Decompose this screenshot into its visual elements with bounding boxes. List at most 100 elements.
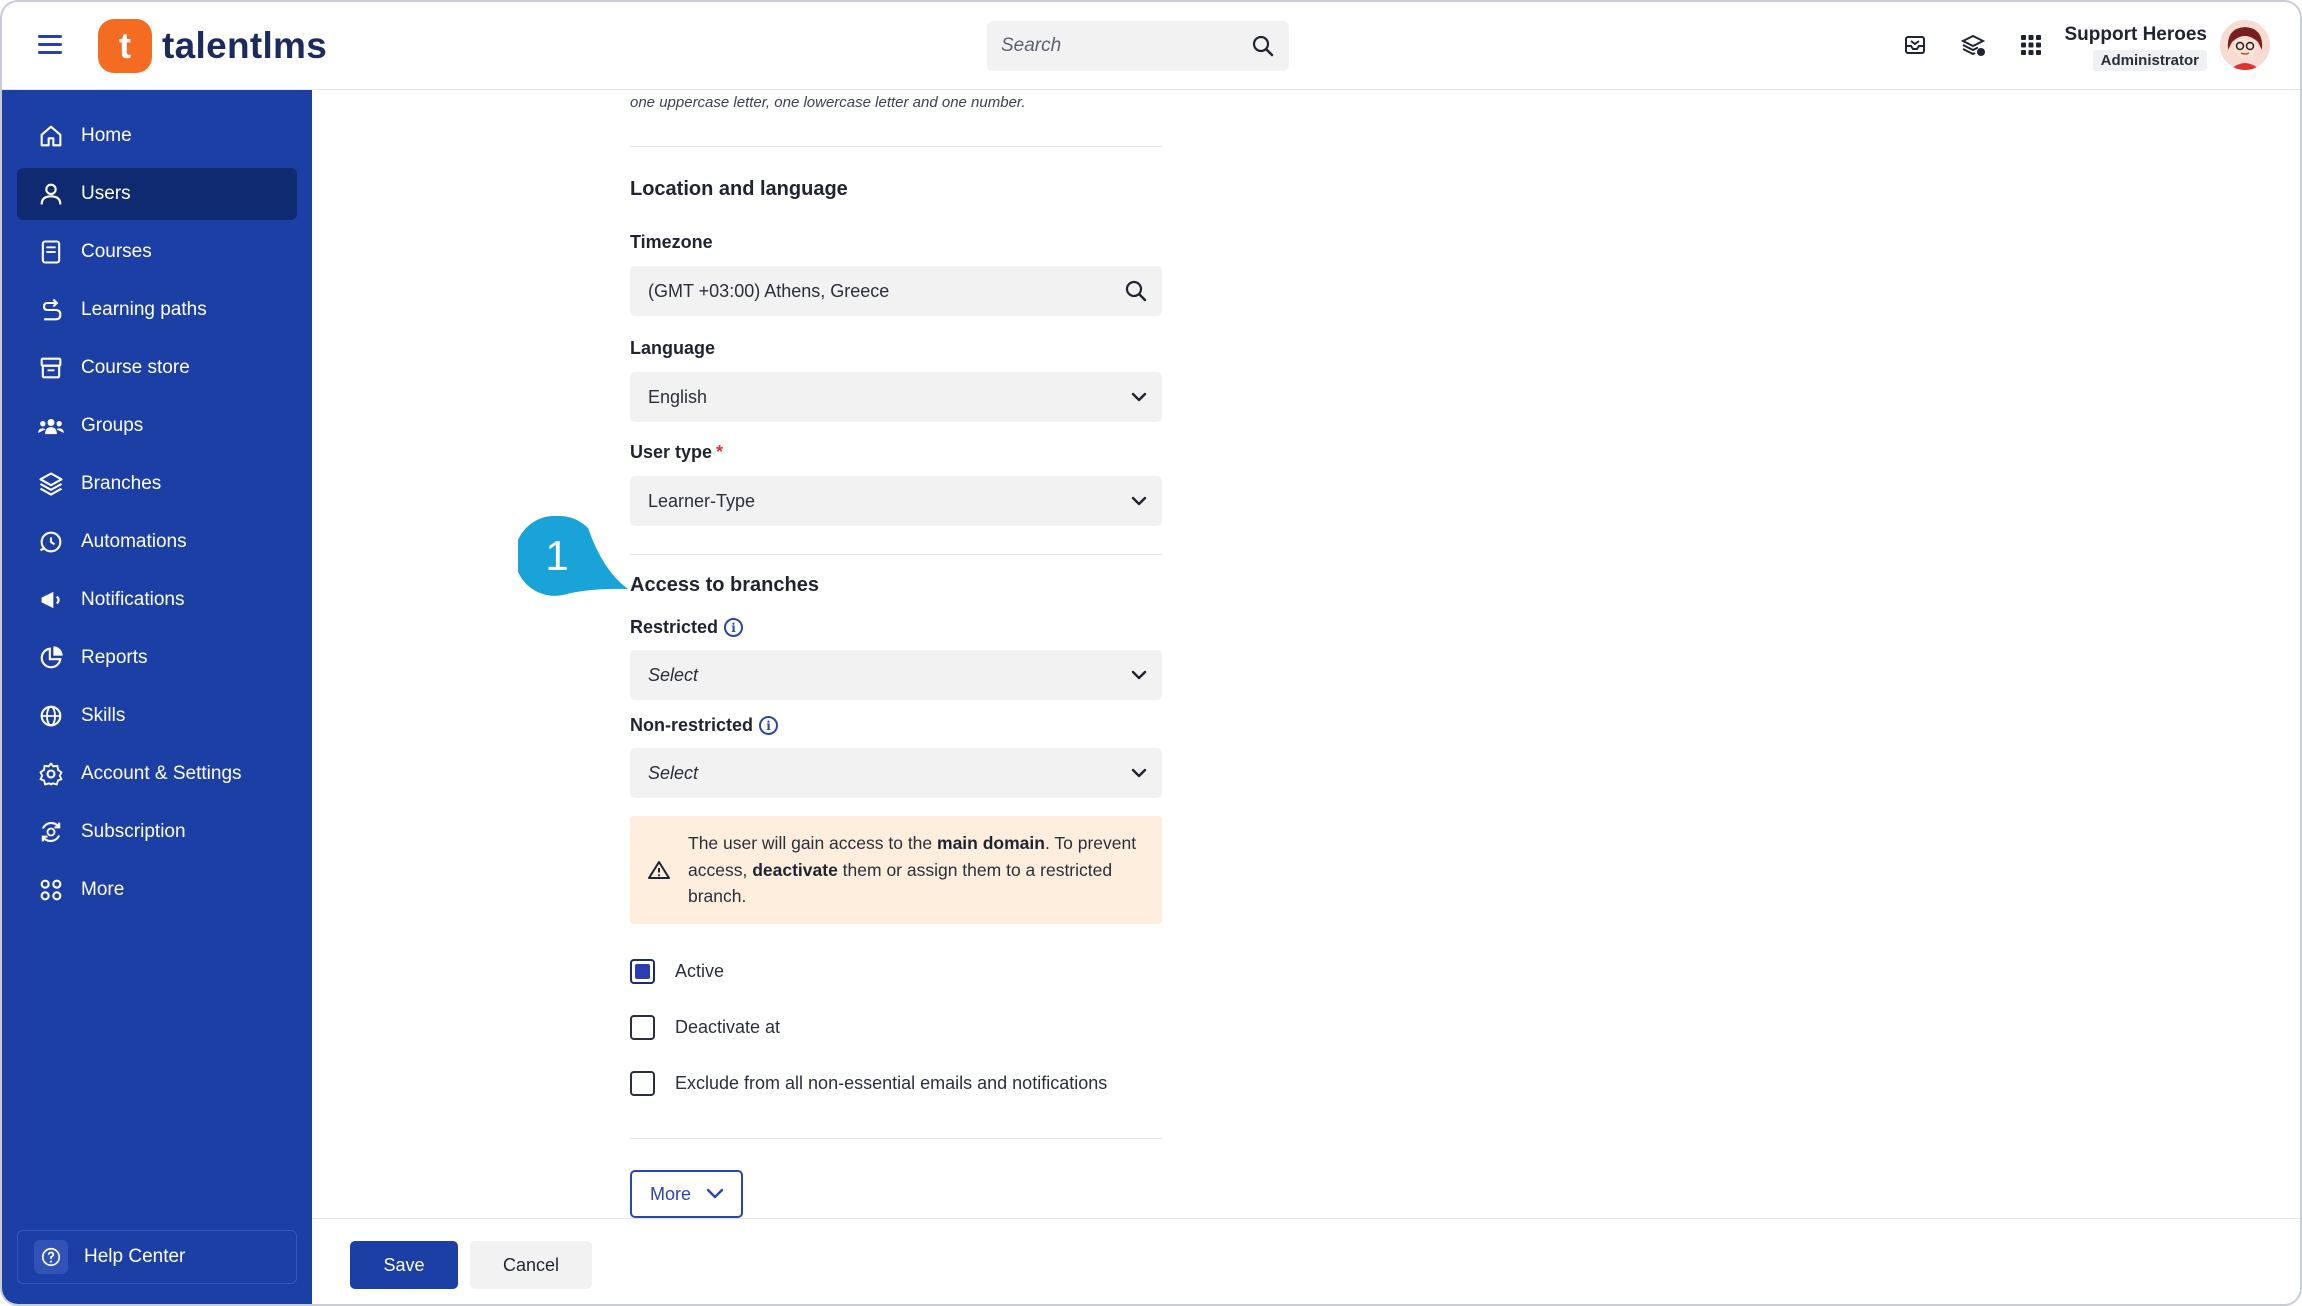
sidebar-item-home[interactable]: Home [17, 110, 297, 162]
user-menu[interactable]: Support Heroes Administrator [2064, 20, 2292, 74]
required-marker: * [716, 442, 724, 462]
restricted-value: Select [648, 664, 699, 685]
restricted-branches-select[interactable]: Select [630, 650, 1162, 700]
gear-icon [39, 762, 63, 786]
language-label-text: Language [630, 338, 716, 358]
active-label: Active [675, 960, 725, 981]
sidebar-item-label: Groups [81, 415, 144, 436]
help-center-button[interactable]: Help Center [17, 1230, 297, 1284]
warning-text-emphasis: main domain [937, 833, 1045, 853]
form-footer: Save Cancel [312, 1218, 2300, 1304]
user-type-label-text: User type [630, 442, 713, 462]
app-window: t talentlms Support Heroes Administrator [0, 0, 2302, 1306]
automation-icon [40, 531, 62, 553]
sidebar-item-label: Account & Settings [81, 763, 242, 784]
warning-icon [648, 861, 670, 879]
user-role-badge: Administrator [2092, 50, 2207, 71]
password-hint: one uppercase letter, one lowercase lett… [630, 94, 1026, 111]
sidebar-item-branches[interactable]: Branches [17, 458, 297, 510]
user-type-label: User type * [630, 442, 723, 463]
user-type-select[interactable]: Learner-Type [630, 476, 1162, 526]
sidebar-item-learning-paths[interactable]: Learning paths [17, 284, 297, 336]
sidebar-item-reports[interactable]: Reports [17, 632, 297, 684]
divider [630, 1138, 1162, 1139]
active-checkbox[interactable] [630, 958, 655, 984]
sidebar-item-skills[interactable]: Skills [17, 690, 297, 742]
save-button[interactable]: Save [350, 1241, 458, 1289]
exclude-emails-checkbox-row[interactable]: Exclude from all non-essential emails an… [630, 1068, 1107, 1098]
sidebar-item-automations[interactable]: Automations [17, 516, 297, 568]
user-type-value: Learner-Type [648, 490, 756, 511]
chevron-down-icon [1131, 768, 1147, 778]
chevron-down-icon [1131, 496, 1147, 506]
sidebar: Home Users Courses Learning paths Course… [2, 90, 312, 1304]
path-icon [42, 298, 62, 321]
inbox-icon[interactable] [1900, 30, 1930, 60]
timezone-label: Timezone [630, 232, 713, 253]
nonrestricted-value: Select [648, 762, 699, 783]
sidebar-item-label: Reports [81, 647, 148, 668]
sidebar-item-more[interactable]: More [17, 864, 297, 916]
sidebar-item-courses[interactable]: Courses [17, 226, 297, 278]
warning-text-emphasis: deactivate [752, 859, 838, 880]
step-callout-marker: 1 [518, 516, 628, 596]
sidebar-item-label: Notifications [81, 589, 185, 610]
search-icon[interactable] [1251, 34, 1275, 58]
sidebar-item-label: Skills [81, 705, 126, 726]
divider [630, 554, 1162, 555]
timezone-field[interactable]: (GMT +03:00) Athens, Greece [630, 266, 1162, 316]
nonrestricted-branches-select[interactable]: Select [630, 748, 1162, 798]
section-title-branches: Access to branches [630, 574, 819, 596]
sidebar-item-groups[interactable]: Groups [17, 400, 297, 452]
sidebar-item-label: Subscription [81, 821, 186, 842]
deactivate-at-checkbox-row[interactable]: Deactivate at [630, 1012, 780, 1042]
active-checkbox-row[interactable]: Active [630, 956, 724, 986]
info-icon[interactable]: i [759, 716, 779, 735]
globe-icon [40, 705, 62, 727]
store-icon [40, 357, 62, 379]
language-label: Language [630, 338, 715, 359]
sidebar-item-course-store[interactable]: Course store [17, 342, 297, 394]
language-select[interactable]: English [630, 372, 1162, 422]
search-icon[interactable] [1124, 279, 1148, 303]
sidebar-item-label: Learning paths [81, 299, 207, 320]
main-content: one uppercase letter, one lowercase lett… [312, 90, 2300, 1218]
restricted-label-text: Restricted [630, 617, 719, 637]
warning-text-part: The user will gain access to the [688, 833, 938, 853]
sidebar-item-subscription[interactable]: Subscription [17, 806, 297, 858]
home-icon [40, 125, 62, 147]
avatar[interactable] [2220, 20, 2270, 70]
talentlms-logo[interactable]: t talentlms [98, 18, 327, 74]
more-options-button[interactable]: More [630, 1170, 743, 1218]
warning-text: The user will gain access to the main do… [688, 830, 1148, 910]
hamburger-menu-icon[interactable] [38, 35, 62, 55]
sidebar-item-users[interactable]: Users [17, 168, 297, 220]
search-input[interactable] [1001, 21, 1231, 71]
more-options-label: More [650, 1183, 692, 1204]
chevron-down-icon [1131, 392, 1147, 402]
search-box[interactable] [987, 21, 1289, 71]
sidebar-item-notifications[interactable]: Notifications [17, 574, 297, 626]
deactivate-at-checkbox[interactable] [630, 1014, 655, 1040]
sidebar-item-label: Course store [81, 357, 190, 378]
megaphone-icon [41, 591, 60, 609]
subscription-icon [41, 822, 61, 842]
info-icon[interactable]: i [724, 618, 744, 637]
cancel-button[interactable]: Cancel [470, 1241, 592, 1289]
deactivate-at-label: Deactivate at [675, 1016, 781, 1037]
help-icon [34, 1240, 68, 1274]
timezone-value: (GMT +03:00) Athens, Greece [648, 280, 890, 301]
sidebar-item-label: Courses [81, 241, 152, 262]
user-name: Support Heroes [2064, 24, 2207, 45]
exclude-emails-label: Exclude from all non-essential emails an… [675, 1072, 1108, 1093]
callout-number: 1 [545, 532, 568, 579]
language-value: English [648, 386, 708, 407]
apps-grid-icon[interactable] [2016, 30, 2046, 60]
sidebar-item-label: Automations [81, 531, 187, 552]
sidebar-item-account-settings[interactable]: Account & Settings [17, 748, 297, 800]
groups-icon [38, 419, 64, 435]
exclude-emails-checkbox[interactable] [630, 1070, 655, 1096]
book-icon [41, 240, 61, 264]
discount-stack-icon[interactable] [1958, 30, 1988, 60]
nonrestricted-label-text: Non-restricted [630, 715, 754, 735]
